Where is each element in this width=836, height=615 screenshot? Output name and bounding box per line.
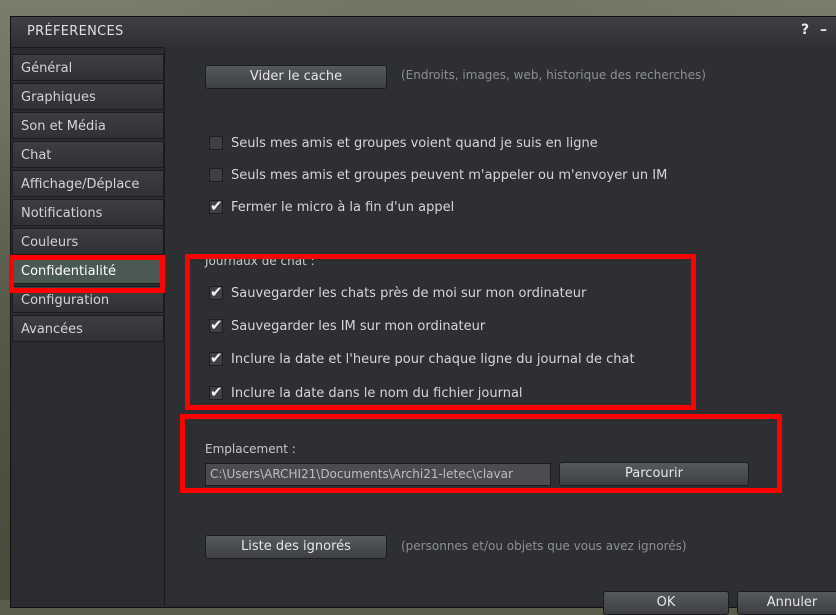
online-visibility-option[interactable]: Seuls mes amis et groupes voient quand j… — [209, 133, 598, 153]
window-controls: ? – — [795, 22, 827, 38]
tab-colors[interactable]: Couleurs — [12, 228, 164, 255]
mute-mic-option[interactable]: Fermer le micro à la fin d'un appel — [209, 197, 454, 217]
tab-general[interactable]: Général — [12, 54, 164, 81]
tab-display-movement[interactable]: Affichage/Déplace — [12, 170, 164, 197]
title-bar[interactable]: PRÉFERENCES ? – — [11, 17, 836, 48]
clear-cache-button[interactable]: Vider le cache — [205, 65, 387, 89]
help-icon[interactable]: ? — [801, 22, 809, 38]
ignore-list-hint: (personnes et/ou objets que vous avez ig… — [401, 539, 687, 553]
tab-advanced[interactable]: Avancées — [12, 315, 164, 342]
location-highlight — [180, 414, 782, 493]
ok-button[interactable]: OK — [603, 591, 729, 615]
im-restriction-checkbox[interactable] — [209, 168, 223, 182]
clear-cache-hint: (Endroits, images, web, historique des r… — [401, 68, 706, 82]
mute-mic-label: Fermer le micro à la fin d'un appel — [231, 199, 455, 215]
cancel-button[interactable]: Annuler — [737, 591, 836, 615]
tab-notifications[interactable]: Notifications — [12, 199, 164, 226]
tab-chat[interactable]: Chat — [12, 141, 164, 168]
im-restriction-label: Seuls mes amis et groupes peuvent m'appe… — [231, 167, 668, 183]
online-visibility-label: Seuls mes amis et groupes voient quand j… — [231, 135, 598, 151]
online-visibility-checkbox[interactable] — [209, 136, 223, 150]
privacy-tab-highlight — [9, 255, 165, 293]
tab-graphics[interactable]: Graphiques — [12, 83, 164, 110]
ignore-list-button[interactable]: Liste des ignorés — [205, 535, 387, 559]
im-restriction-option[interactable]: Seuls mes amis et groupes peuvent m'appe… — [209, 165, 667, 185]
window-title: PRÉFERENCES — [27, 24, 124, 39]
tab-sound-media[interactable]: Son et Média — [12, 112, 164, 139]
chat-logs-highlight — [185, 254, 696, 410]
preferences-sidebar: Général Graphiques Son et Média Chat Aff… — [12, 54, 164, 344]
mute-mic-checkbox[interactable] — [209, 197, 223, 215]
minimize-icon[interactable]: – — [820, 22, 827, 38]
